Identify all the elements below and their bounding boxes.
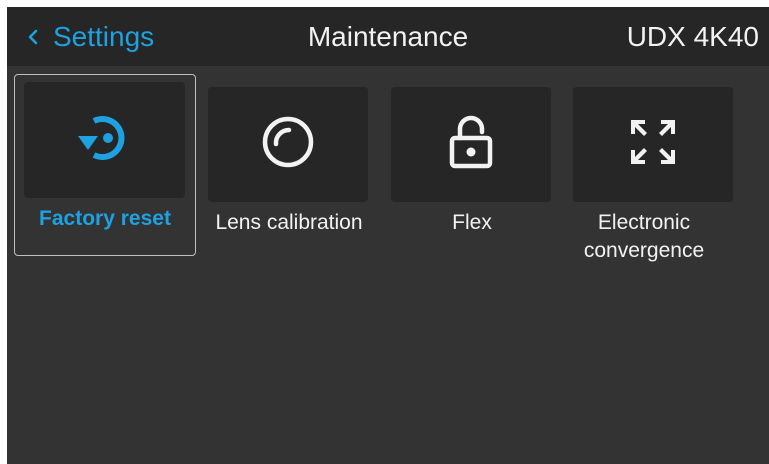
tile-icon-box [573,87,733,202]
tile-icon-box [391,87,551,202]
top-bar: Settings Maintenance UDX 4K40 [7,7,769,66]
tile-factory-reset[interactable]: Factory reset [14,74,196,256]
back-button[interactable]: Settings [27,7,154,66]
maintenance-screen: Settings Maintenance UDX 4K40 Factory re… [7,7,769,464]
tile-label: Flex [452,211,492,234]
factory-reset-icon [72,108,138,173]
back-label: Settings [53,20,155,52]
tile-label: Factory reset [39,207,171,230]
tile-label: Electronic convergence [583,211,705,262]
tile-label: Lens calibration [215,211,363,234]
device-model: UDX 4K40 [626,20,759,52]
lens-icon [260,114,316,175]
chevron-left-icon [27,28,39,46]
convergence-icon [627,116,679,173]
tile-lens-calibration[interactable]: Lens calibration [189,74,371,256]
tile-icon-box [208,87,368,202]
tile-flex[interactable]: Flex [372,74,554,256]
unlock-icon [447,114,495,175]
tile-electronic-convergence[interactable]: Electronic convergence [554,74,736,262]
tile-icon-box [24,82,185,198]
